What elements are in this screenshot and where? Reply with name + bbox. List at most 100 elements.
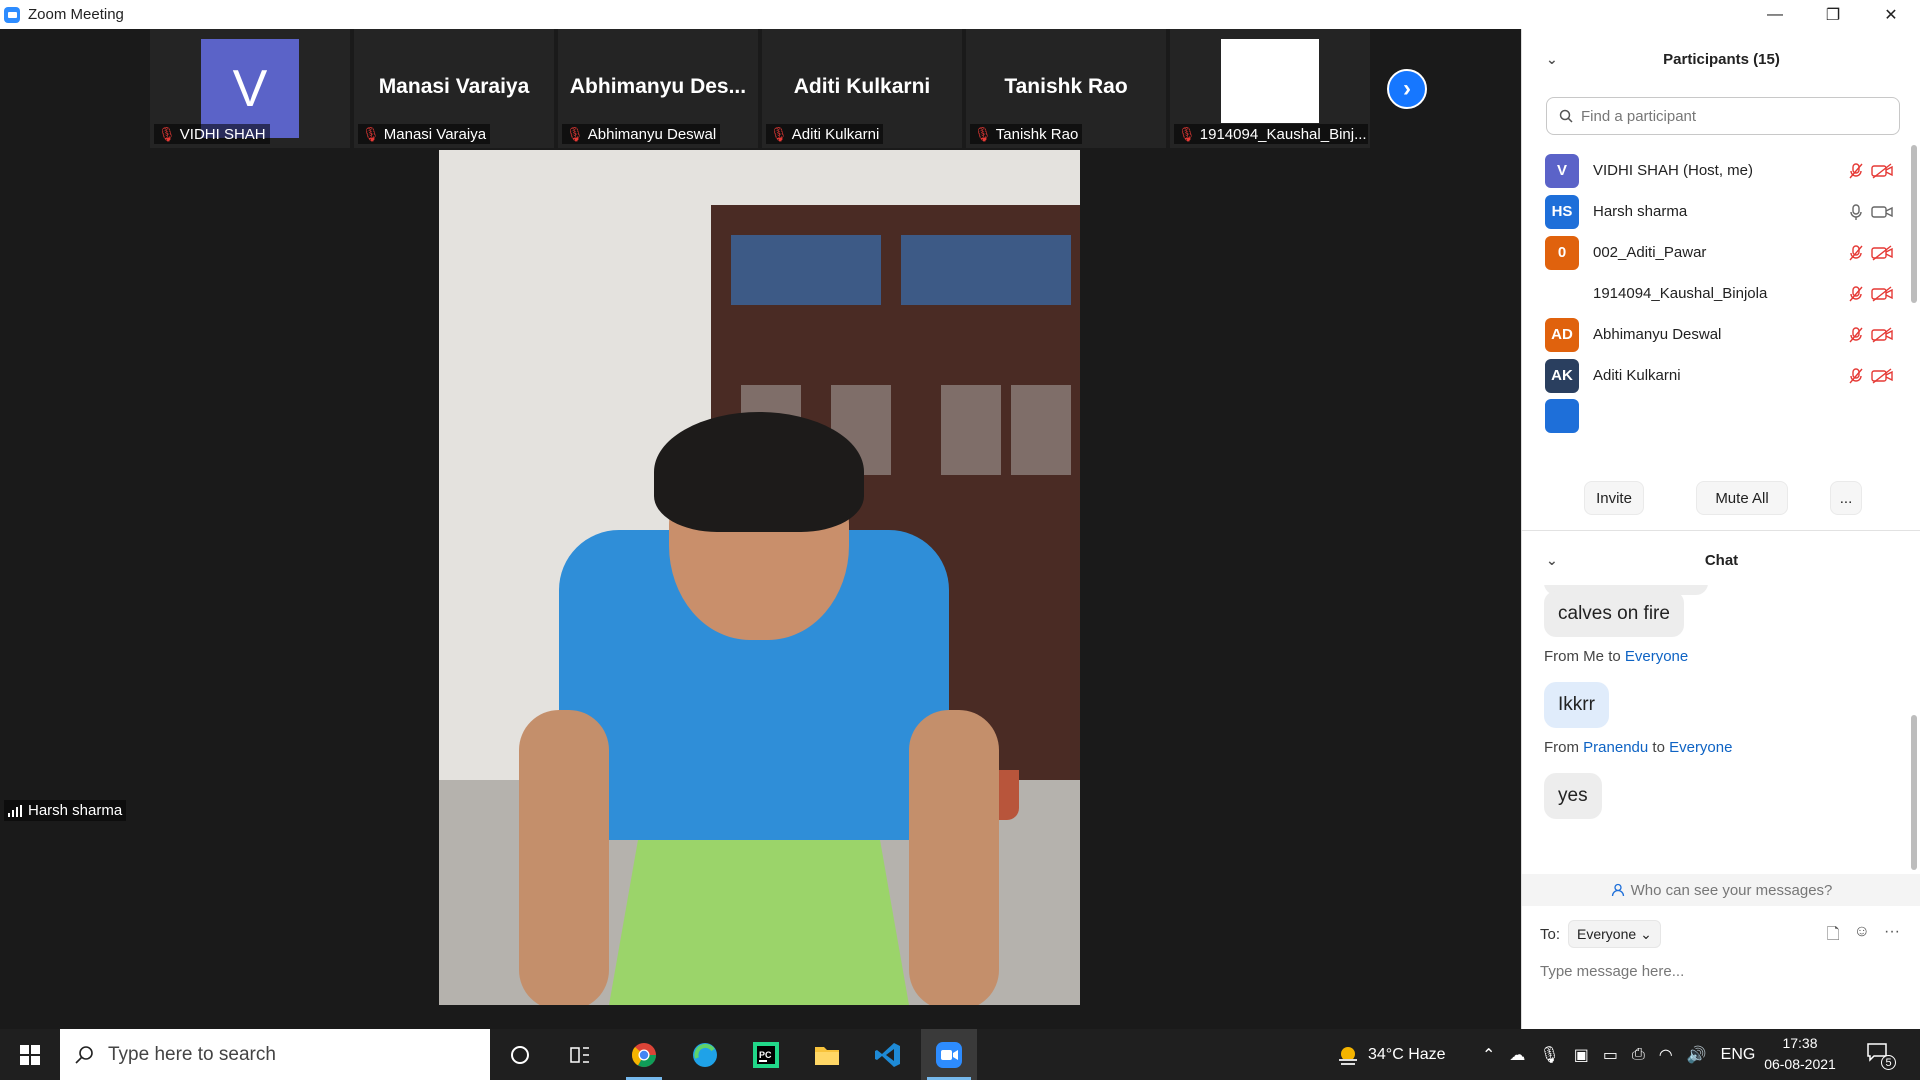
edge-icon[interactable]	[677, 1029, 733, 1080]
participant-list: V VIDHI SHAH (Host, me) HS Harsh sharma …	[1522, 145, 1907, 490]
task-view-icon[interactable]	[552, 1029, 608, 1080]
file-explorer-icon[interactable]	[799, 1029, 855, 1080]
taskbar-search-input[interactable]	[108, 1043, 468, 1066]
participant-actions: Invite Mute All ...	[1522, 481, 1920, 517]
recipient-select[interactable]: Everyone ⌄	[1568, 920, 1661, 948]
participants-title: Participants (15)	[1663, 50, 1780, 68]
clock[interactable]: 17:38 06-08-2021	[1755, 1033, 1845, 1075]
participant-search[interactable]	[1546, 97, 1900, 135]
file-icon[interactable]: 🗋	[1827, 923, 1840, 950]
chat-sender-link[interactable]: Pranendu	[1583, 739, 1648, 756]
muted-mic-icon: 🎙	[362, 125, 380, 142]
microphone-icon[interactable]: 🎙	[1539, 1045, 1559, 1065]
invite-button[interactable]: Invite	[1584, 481, 1644, 515]
chevron-down-icon[interactable]: ⌄	[1546, 552, 1558, 569]
video-off-icon[interactable]	[1868, 325, 1896, 345]
more-icon[interactable]: ···	[1884, 923, 1900, 950]
video-off-icon[interactable]	[1868, 243, 1896, 263]
video-tile[interactable]: Abhimanyu Des... 🎙 Abhimanyu Deswal	[558, 29, 758, 148]
participants-scrollbar[interactable]	[1911, 145, 1917, 303]
tile-label: 🎙 Aditi Kulkarni	[766, 124, 884, 144]
participant-name: 1914094_Kaushal_Binjola	[1593, 285, 1768, 302]
chat-recipient-link[interactable]: Everyone	[1625, 648, 1688, 665]
chat-recipient-link[interactable]: Everyone	[1669, 739, 1732, 756]
volume-icon[interactable]: 🔊	[1687, 1045, 1707, 1065]
battery-icon[interactable]: ▭	[1603, 1045, 1618, 1065]
emoji-icon[interactable]: ☺	[1854, 923, 1870, 950]
video-tile[interactable]: Manasi Varaiya 🎙 Manasi Varaiya	[354, 29, 554, 148]
muted-mic-icon[interactable]	[1846, 161, 1866, 181]
wifi-icon[interactable]: ◠	[1659, 1045, 1673, 1065]
more-options-button[interactable]: ...	[1830, 481, 1862, 515]
video-camera-icon[interactable]	[1868, 202, 1896, 222]
tile-label: 🎙 Tanishk Rao	[970, 124, 1083, 144]
avatar: HS	[1545, 194, 1579, 229]
avatar	[1545, 276, 1579, 311]
windows-icon	[20, 1044, 40, 1065]
muted-mic-icon[interactable]	[1846, 284, 1866, 304]
search-icon	[1559, 109, 1573, 123]
video-tile[interactable]: 🎙 1914094_Kaushal_Binj...	[1170, 29, 1370, 148]
participant-row[interactable]	[1522, 391, 1907, 442]
signal-strength-icon	[8, 804, 22, 817]
tile-name: Manasi Varaiya	[383, 125, 487, 143]
video-tile[interactable]: Aditi Kulkarni 🎙 Aditi Kulkarni	[762, 29, 962, 148]
mic-icon[interactable]	[1846, 202, 1866, 222]
chat-scrollbar[interactable]	[1911, 715, 1917, 870]
zoom-app-icon	[4, 6, 20, 23]
chat-messages: calves on fire From Me to Everyone Ikkrr…	[1522, 585, 1908, 871]
chevron-up-icon[interactable]: ⌃	[1482, 1045, 1495, 1065]
muted-mic-icon[interactable]	[1846, 325, 1866, 345]
tray-app-icon[interactable]: ▣	[1574, 1045, 1589, 1065]
chevron-down-icon: ⌄	[1640, 925, 1652, 942]
notification-button[interactable]: 5	[1866, 1042, 1896, 1070]
chat-message: Ikkrr	[1544, 682, 1609, 728]
chat-message-input[interactable]	[1540, 953, 1900, 989]
avatar: AK	[1545, 358, 1579, 393]
tile-display-name: Abhimanyu Des...	[569, 75, 747, 98]
tile-name: VIDHI SHAH	[179, 125, 266, 143]
minimize-button[interactable]: —	[1746, 0, 1804, 29]
avatar	[1545, 399, 1579, 433]
video-tile[interactable]: Tanishk Rao 🎙 Tanishk Rao	[966, 29, 1166, 148]
title-bar: Zoom Meeting — ❐ ✕	[0, 0, 1920, 29]
chat-sender-line: From Pranendu to Everyone	[1544, 739, 1733, 756]
active-speaker-name: Harsh sharma	[28, 802, 123, 819]
chat-title: Chat	[1704, 551, 1739, 569]
restore-button[interactable]: ❐	[1804, 0, 1862, 29]
video-feed	[1221, 39, 1319, 123]
video-off-icon[interactable]	[1868, 284, 1896, 304]
close-button[interactable]: ✕	[1862, 0, 1920, 29]
participant-search-input[interactable]	[1581, 107, 1881, 125]
cortana-icon[interactable]	[492, 1029, 548, 1080]
video-tile[interactable]: V 🎙 VIDHI SHAH	[150, 29, 350, 148]
tile-label: 🎙 VIDHI SHAH	[154, 124, 270, 144]
pycharm-icon[interactable]: PC	[738, 1029, 794, 1080]
vscode-icon[interactable]	[860, 1029, 916, 1080]
taskbar-search[interactable]	[60, 1029, 490, 1080]
mute-all-button[interactable]: Mute All	[1696, 481, 1788, 515]
muted-mic-icon[interactable]	[1846, 243, 1866, 263]
video-off-icon[interactable]	[1868, 366, 1896, 386]
participant-name: VIDHI SHAH (Host, me)	[1593, 162, 1754, 179]
chrome-icon[interactable]	[616, 1029, 672, 1080]
muted-mic-icon: 🎙	[770, 125, 788, 142]
device-icon[interactable]: ⎙	[1632, 1046, 1645, 1064]
video-area: V 🎙 VIDHI SHAH Manasi Varaiya 🎙 Manasi V…	[0, 29, 1521, 1029]
message-visibility-info[interactable]: Who can see your messages?	[1522, 874, 1920, 906]
chevron-down-icon[interactable]: ⌄	[1546, 51, 1558, 68]
onedrive-icon[interactable]: ☁	[1509, 1045, 1525, 1065]
next-page-button[interactable]: ›	[1387, 69, 1427, 109]
start-button[interactable]	[0, 1029, 60, 1080]
zoom-taskbar-icon[interactable]	[921, 1029, 977, 1080]
taskbar: PC 34°C Haze ⌃ ☁ 🎙 ▣ ▭ ⎙ ◠ 🔊 ENG 17:38 0…	[0, 1029, 1920, 1080]
video-off-icon[interactable]	[1868, 161, 1896, 181]
weather-haze-icon	[1339, 1046, 1357, 1065]
participant-name: Harsh sharma	[1593, 203, 1688, 220]
weather-widget[interactable]: 34°C Haze	[1336, 1029, 1446, 1080]
language-indicator[interactable]: ENG	[1721, 1046, 1756, 1064]
tile-display-name: Aditi Kulkarni	[793, 75, 931, 98]
muted-mic-icon: 🎙	[1178, 125, 1196, 142]
muted-mic-icon: 🎙	[566, 125, 584, 142]
muted-mic-icon[interactable]	[1846, 366, 1866, 386]
